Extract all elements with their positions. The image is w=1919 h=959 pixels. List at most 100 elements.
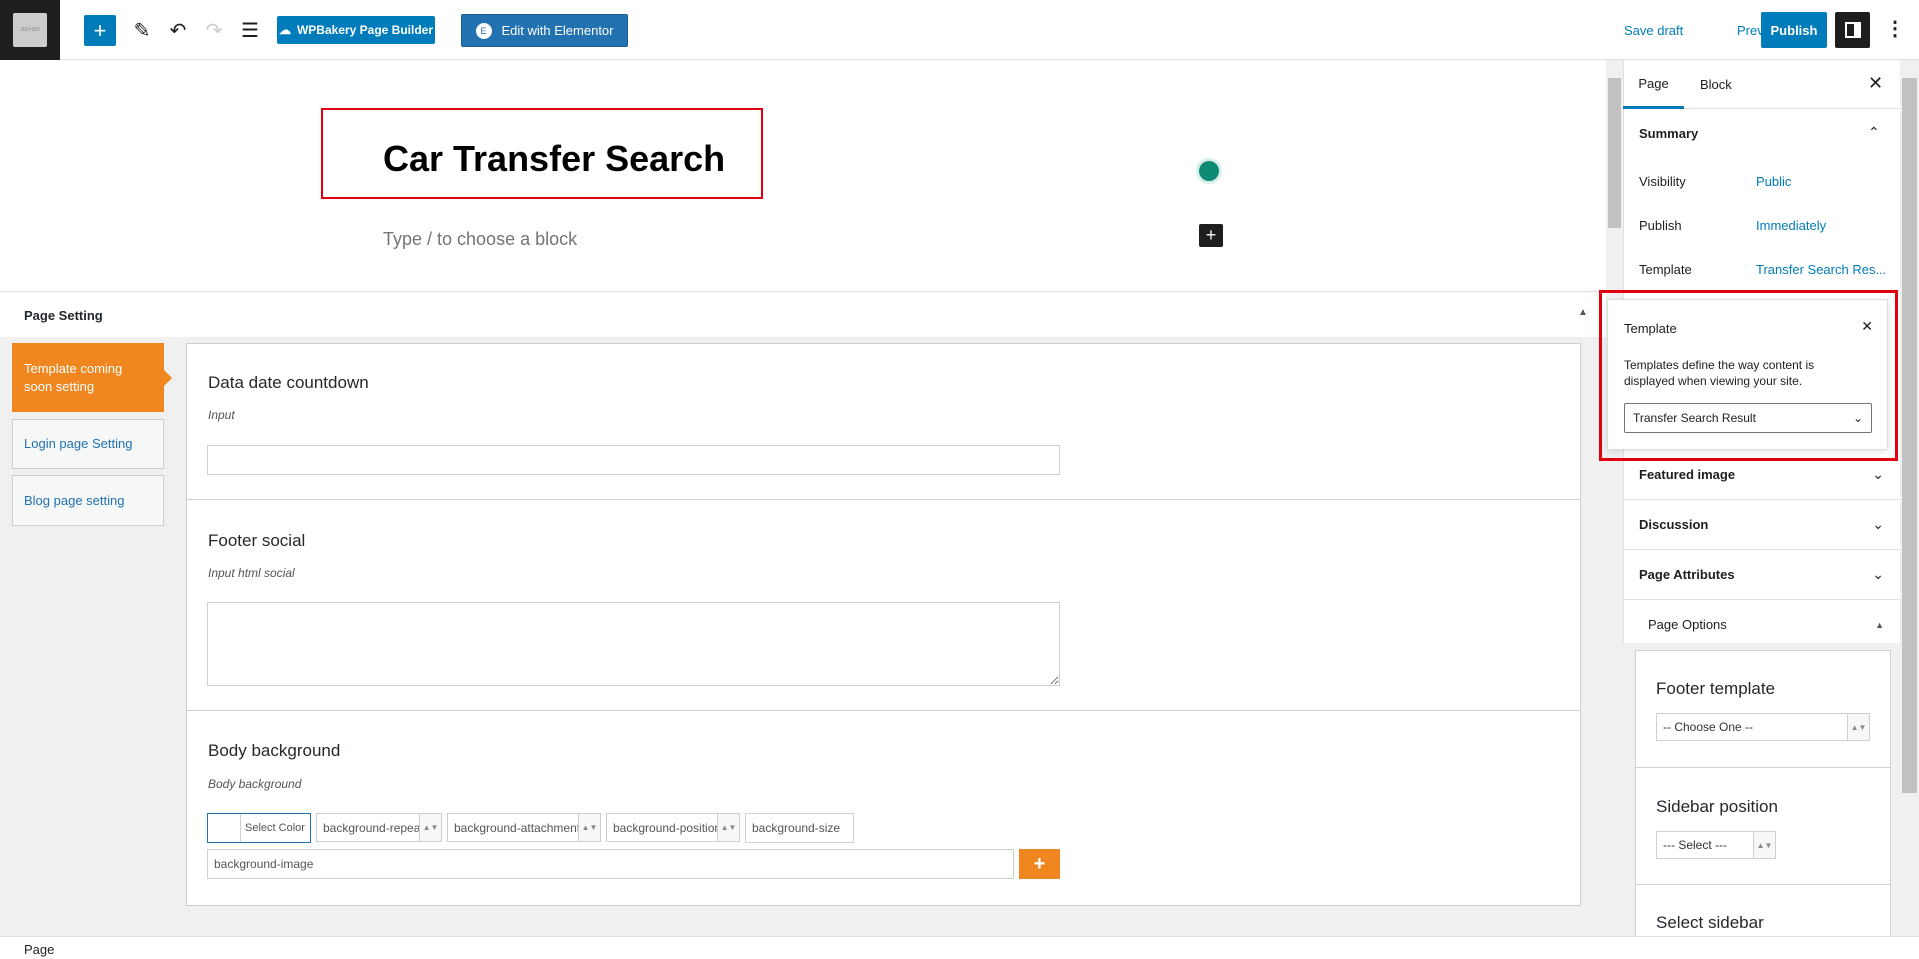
close-sidebar-button[interactable]: ✕	[1868, 73, 1883, 94]
sidebar-icon	[1844, 22, 1861, 38]
section-title: Footer social	[208, 531, 306, 550]
status-bar: Page	[0, 936, 1919, 959]
template-value[interactable]: Transfer Search Res...	[1756, 262, 1886, 277]
wpbakery-icon: ☁	[278, 23, 291, 37]
plus-icon: +	[1033, 852, 1046, 875]
tab-block[interactable]: Block	[1700, 77, 1732, 92]
publish-button[interactable]: Publish	[1761, 12, 1827, 48]
summary-title[interactable]: Summary	[1639, 126, 1698, 141]
date-countdown-input[interactable]	[207, 445, 1060, 475]
kebab-icon: ⋮	[1885, 18, 1905, 40]
settings-toggle-button[interactable]	[1835, 12, 1870, 48]
page-title[interactable]: Car Transfer Search	[383, 138, 725, 180]
template-label: Template	[1639, 262, 1692, 277]
select-value: -- Choose One --	[1663, 720, 1754, 734]
page-setting-title: Page Setting	[24, 308, 103, 323]
edit-with-elementor-button[interactable]: E Edit with Elementor	[461, 14, 628, 47]
save-draft-button[interactable]: Save draft	[1624, 23, 1683, 38]
undo-icon: ↶	[169, 19, 187, 42]
page-attributes-panel[interactable]: Page Attributes ⌄	[1623, 549, 1900, 599]
color-swatch	[208, 814, 241, 842]
spinner-icon: ▲▼	[1847, 714, 1869, 740]
options-menu-button[interactable]: ⋮	[1885, 16, 1905, 41]
select-value: background-attachment	[454, 820, 581, 835]
section-title: Body background	[208, 741, 341, 760]
page-setting-header[interactable]: Page Setting ▲	[0, 291, 1606, 337]
visibility-value[interactable]: Public	[1756, 174, 1791, 189]
divider	[1636, 767, 1890, 768]
divider	[1636, 884, 1890, 885]
select-color-button[interactable]: Select Color	[207, 813, 311, 843]
active-tab-arrow	[164, 370, 172, 386]
wpbakery-button[interactable]: ☁ WPBakery Page Builder	[277, 16, 435, 44]
redo-icon: ↷	[205, 19, 223, 42]
collapse-icon: ▲	[1875, 619, 1884, 630]
divider	[187, 710, 1580, 711]
footer-template-select[interactable]: -- Choose One -- ▲▼	[1656, 713, 1870, 741]
select-value: --- Select ---	[1663, 838, 1727, 852]
section-title: Data date countdown	[208, 373, 369, 392]
tab-login-page-setting[interactable]: Login page Setting	[12, 419, 164, 469]
background-position-select[interactable]: background-position ▲▼	[606, 813, 740, 842]
spinner-icon: ▲▼	[578, 814, 600, 841]
page-options-panel[interactable]: Page Options ▲	[1623, 599, 1900, 649]
editor-canvas	[0, 60, 1606, 291]
visibility-label: Visibility	[1639, 174, 1686, 189]
sidebar-position-label: Sidebar position	[1656, 797, 1778, 816]
logo-placeholder: 300×300	[13, 13, 47, 47]
plus-icon: +	[93, 17, 107, 43]
template-popover: Template ✕ Templates define the way cont…	[1607, 299, 1888, 450]
editor-scrollbar[interactable]	[1606, 60, 1623, 936]
grammarly-icon[interactable]	[1196, 158, 1222, 184]
close-popover-button[interactable]: ✕	[1861, 318, 1873, 335]
background-attachment-select[interactable]: background-attachment ▲▼	[447, 813, 601, 842]
sidebar-scrollbar[interactable]	[1900, 60, 1919, 936]
chevron-up-icon[interactable]: ⌃	[1868, 124, 1880, 141]
tab-template-coming-soon[interactable]: Template coming soon setting	[12, 343, 164, 412]
inline-add-block-button[interactable]: +	[1199, 224, 1223, 247]
elementor-icon: E	[475, 22, 492, 39]
upload-image-button[interactable]: +	[1019, 849, 1060, 879]
field-label: Input html social	[208, 566, 295, 580]
popover-description: Templates define the way content is displ…	[1624, 358, 1815, 388]
edit-tool-button[interactable]: ✎	[127, 15, 157, 45]
discussion-panel[interactable]: Discussion ⌄	[1623, 499, 1900, 549]
collapse-icon[interactable]: ▲	[1578, 307, 1588, 318]
featured-image-panel[interactable]: Featured image ⌄	[1623, 449, 1900, 499]
field-label: Input	[208, 408, 235, 422]
tab-label: Blog page setting	[24, 492, 125, 508]
tab-blog-page-setting[interactable]: Blog page setting	[12, 475, 164, 526]
tab-page[interactable]: Page	[1623, 60, 1684, 109]
wpbakery-label: WPBakery Page Builder	[296, 23, 434, 37]
spinner-icon: ▲▼	[419, 814, 441, 841]
select-sidebar-label: Select sidebar	[1656, 913, 1764, 932]
template-select[interactable]: Transfer Search Result ⌄	[1624, 403, 1872, 433]
spinner-icon: ▲▼	[717, 814, 739, 841]
background-repeat-select[interactable]: background-repeat ▲▼	[316, 813, 442, 842]
select-value: Transfer Search Result	[1633, 411, 1756, 425]
redo-button[interactable]: ↷	[199, 15, 229, 45]
plus-icon: +	[1205, 225, 1217, 245]
chevron-down-icon: ⌄	[1852, 411, 1863, 425]
block-placeholder[interactable]: Type / to choose a block	[383, 229, 577, 250]
footer-template-label: Footer template	[1656, 679, 1776, 698]
settings-panel: Data date countdown Input Footer social …	[186, 343, 1581, 906]
background-image-input[interactable]: background-image	[207, 849, 1014, 879]
breadcrumb[interactable]: Page	[24, 942, 54, 957]
publish-value[interactable]: Immediately	[1756, 218, 1826, 233]
add-block-button[interactable]: +	[84, 15, 116, 46]
select-value: background-position	[613, 820, 722, 835]
chevron-down-icon: ⌄	[1872, 465, 1884, 482]
close-icon: ✕	[1861, 318, 1873, 334]
select-color-label: Select Color	[245, 822, 305, 834]
tab-label: Template coming soon setting	[24, 360, 123, 394]
chevron-down-icon: ⌄	[1872, 516, 1884, 532]
sidebar-position-select[interactable]: --- Select --- ▲▼	[1656, 831, 1776, 859]
background-size-input[interactable]: background-size	[745, 813, 854, 843]
pencil-icon: ✎	[133, 19, 151, 42]
footer-social-textarea[interactable]	[207, 602, 1060, 686]
tab-label: Login page Setting	[24, 436, 133, 451]
document-overview-button[interactable]: ☰	[235, 15, 265, 45]
undo-button[interactable]: ↶	[163, 15, 193, 45]
site-logo[interactable]: 300×300	[0, 0, 60, 60]
